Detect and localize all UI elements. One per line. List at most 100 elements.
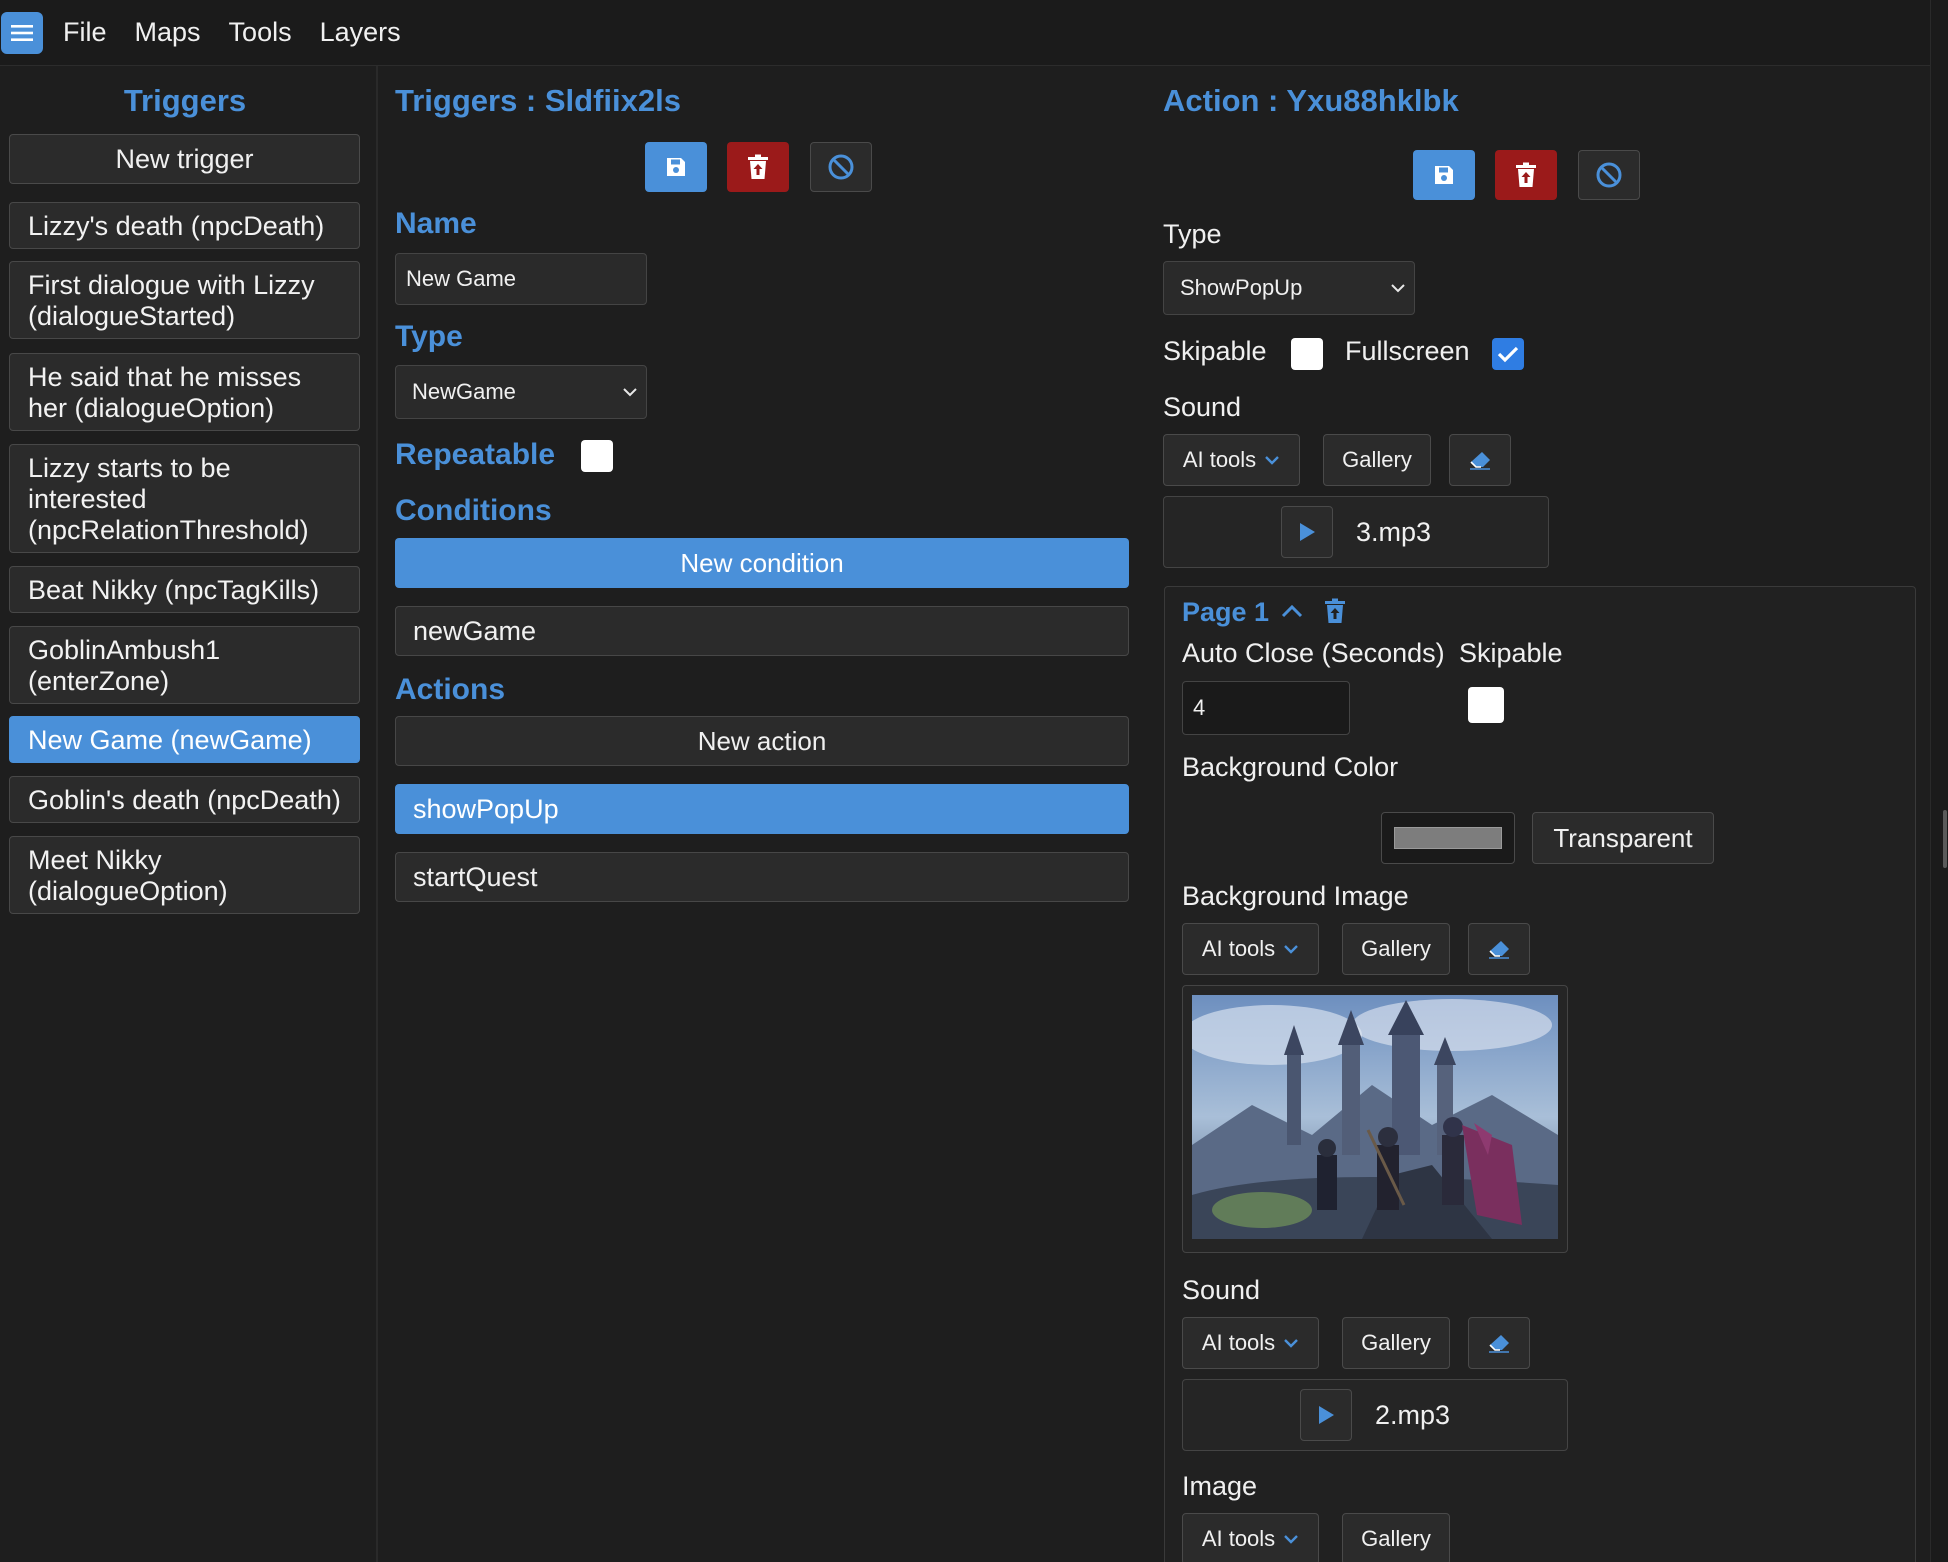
trash-upload-icon <box>1516 162 1536 187</box>
transparent-button[interactable]: Transparent <box>1532 812 1714 864</box>
ai-tools-dropdown[interactable]: AI tools <box>1163 434 1300 486</box>
action-type-value: ShowPopUp <box>1180 275 1303 300</box>
page-sound-file-name: 2.mp3 <box>1375 1400 1451 1430</box>
trigger-type-select[interactable]: NewGame <box>395 365 647 419</box>
chevron-up-icon[interactable] <box>1280 601 1304 621</box>
trash-upload-icon <box>748 154 768 179</box>
trigger-name-input[interactable]: New Game <box>395 253 647 305</box>
bg-color-label: Background Color <box>1182 752 1399 782</box>
chevron-down-icon <box>1284 945 1299 954</box>
delete-action-button[interactable] <box>1495 150 1557 200</box>
actions-label: Actions <box>395 673 506 706</box>
page-panel: Page 1 Auto Close (Seconds) Skipable 4 B… <box>1164 586 1916 1562</box>
trigger-item-active[interactable]: New Game (newGame) <box>9 716 360 763</box>
chevron-down-icon <box>1284 1535 1299 1544</box>
page-skipable-label: Skipable <box>1459 638 1563 668</box>
bg-image-preview[interactable] <box>1182 985 1568 1253</box>
ai-tools-dropdown[interactable]: AI tools <box>1182 1317 1319 1369</box>
page-sound-label: Sound <box>1182 1275 1261 1305</box>
chevron-down-icon <box>1265 456 1280 465</box>
clear-page-sound-button[interactable] <box>1468 1317 1530 1369</box>
cancel-trigger-button[interactable] <box>810 142 872 192</box>
eraser-icon <box>1489 941 1509 959</box>
menu-layers[interactable]: Layers <box>320 17 401 48</box>
floppy-disk-icon <box>667 158 685 176</box>
delete-page-icon[interactable] <box>1323 597 1347 625</box>
play-icon <box>1300 523 1315 541</box>
gallery-button[interactable]: Gallery <box>1342 923 1450 975</box>
action-editor-title: Action : Yxu88hklbk <box>1163 83 1459 118</box>
skipable-checkbox[interactable] <box>1291 338 1323 370</box>
auto-close-label: Auto Close (Seconds) <box>1182 638 1445 668</box>
gallery-button[interactable]: Gallery <box>1342 1513 1450 1562</box>
chevron-down-icon <box>1284 1339 1299 1348</box>
repeatable-label: Repeatable <box>395 438 556 471</box>
hamburger-menu-button[interactable] <box>1 11 43 54</box>
clear-sound-button[interactable] <box>1449 434 1511 486</box>
action-editor: Action : Yxu88hklbk Type ShowPopUp Skipa… <box>1146 66 1930 1562</box>
fullscreen-label: Fullscreen <box>1345 336 1470 366</box>
menu-file[interactable]: File <box>63 17 107 48</box>
page-image-label: Image <box>1182 1471 1258 1501</box>
trigger-item[interactable]: Beat Nikky (npcTagKills) <box>9 566 360 613</box>
sound-label: Sound <box>1163 392 1242 422</box>
play-icon <box>1319 1406 1334 1424</box>
ban-icon <box>828 154 854 180</box>
trigger-item[interactable]: He said that he misses her (dialogueOpti… <box>9 353 360 431</box>
bg-image-label: Background Image <box>1182 881 1409 911</box>
action-type-label: Type <box>1163 219 1222 249</box>
scrollbar[interactable] <box>1930 0 1948 1562</box>
new-condition-button[interactable]: New condition <box>395 538 1129 588</box>
conditions-label: Conditions <box>395 494 552 527</box>
condition-item[interactable]: newGame <box>395 606 1129 656</box>
chevron-down-icon <box>623 388 637 397</box>
trigger-item[interactable]: Lizzy's death (npcDeath) <box>9 202 360 249</box>
play-sound-button[interactable] <box>1300 1389 1352 1441</box>
ai-tools-dropdown[interactable]: AI tools <box>1182 923 1319 975</box>
eraser-icon <box>1489 1335 1509 1353</box>
trigger-item[interactable]: First dialogue with Lizzy (dialogueStart… <box>9 261 360 339</box>
page-skipable-checkbox[interactable] <box>1468 687 1504 723</box>
page-sound-player: 2.mp3 <box>1182 1379 1568 1451</box>
action-type-select[interactable]: ShowPopUp <box>1163 261 1415 315</box>
name-label: Name <box>395 207 477 240</box>
menu-tools[interactable]: Tools <box>229 17 292 48</box>
gallery-button[interactable]: Gallery <box>1323 434 1431 486</box>
ai-tools-label: AI tools <box>1201 936 1276 961</box>
floppy-disk-icon <box>1435 166 1453 184</box>
menubar: File Maps Tools Layers <box>0 0 1930 66</box>
action-item[interactable]: startQuest <box>395 852 1129 902</box>
save-action-button[interactable] <box>1413 150 1475 200</box>
clear-bg-image-button[interactable] <box>1468 923 1530 975</box>
ai-tools-label: AI tools <box>1201 1526 1276 1551</box>
new-trigger-button[interactable]: New trigger <box>9 134 360 184</box>
repeatable-checkbox[interactable] <box>581 440 613 472</box>
action-item-active[interactable]: showPopUp <box>395 784 1129 834</box>
skipable-label: Skipable <box>1163 336 1267 366</box>
bg-color-picker[interactable] <box>1381 812 1515 864</box>
trigger-item[interactable]: Goblin's death (npcDeath) <box>9 776 360 823</box>
trigger-item[interactable]: Meet Nikky (dialogueOption) <box>9 836 360 914</box>
type-label: Type <box>395 320 463 353</box>
auto-close-input[interactable]: 4 <box>1182 681 1350 735</box>
play-sound-button[interactable] <box>1281 506 1333 558</box>
trigger-item[interactable]: GoblinAmbush1 (enterZone) <box>9 626 360 704</box>
new-action-button[interactable]: New action <box>395 716 1129 766</box>
save-trigger-button[interactable] <box>645 142 707 192</box>
bg-color-swatch <box>1394 827 1502 849</box>
delete-trigger-button[interactable] <box>727 142 789 192</box>
cancel-action-button[interactable] <box>1578 150 1640 200</box>
triggers-sidebar: Triggers New trigger Lizzy's death (npcD… <box>0 66 378 1562</box>
sound-player: 3.mp3 <box>1163 496 1549 568</box>
trigger-item[interactable]: Lizzy starts to be interested (npcRelati… <box>9 444 360 553</box>
hamburger-icon <box>11 24 33 41</box>
gallery-button[interactable]: Gallery <box>1342 1317 1450 1369</box>
ai-tools-dropdown[interactable]: AI tools <box>1182 1513 1319 1562</box>
ai-tools-label: AI tools <box>1182 447 1257 472</box>
sound-file-name: 3.mp3 <box>1356 517 1432 547</box>
fullscreen-checkbox[interactable] <box>1492 338 1524 370</box>
ban-icon <box>1596 162 1622 188</box>
scrollbar-thumb[interactable] <box>1943 810 1947 868</box>
chevron-down-icon <box>1391 284 1405 293</box>
menu-maps[interactable]: Maps <box>135 17 201 48</box>
